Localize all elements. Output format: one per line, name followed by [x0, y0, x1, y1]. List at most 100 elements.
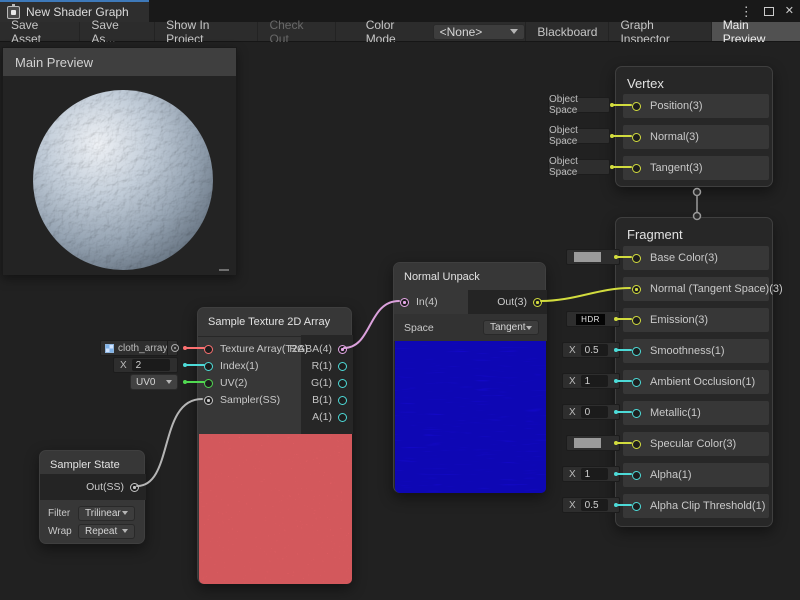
- x-label: X: [569, 500, 576, 511]
- port-label: In(4): [416, 296, 438, 308]
- main-preview-button[interactable]: Main Preview: [711, 22, 800, 41]
- port-label: Metallic(1): [650, 407, 701, 419]
- float-field-smoothness[interactable]: X 0.5: [562, 342, 620, 358]
- port-r[interactable]: [338, 362, 347, 371]
- port-base-color[interactable]: [632, 254, 641, 263]
- port-emission[interactable]: [632, 316, 641, 325]
- uv-channel-value: UV0: [136, 377, 155, 388]
- color-mode-group: Color Mode <None>: [366, 22, 526, 41]
- texture-thumb-icon: [105, 344, 114, 353]
- node-sampler-state[interactable]: Sampler State Out(SS) Filter Trilinear W…: [39, 450, 145, 544]
- port-rgba[interactable]: [338, 345, 347, 354]
- float-field-metallic[interactable]: X 0: [562, 404, 620, 420]
- main-preview-panel: Main Preview: [2, 47, 237, 275]
- value-field[interactable]: 1: [581, 468, 608, 480]
- float-field-alpha-clip[interactable]: X 0.5: [562, 497, 620, 513]
- more-menu-icon[interactable]: ⋮: [740, 5, 753, 18]
- space-row: Space Tangent: [394, 314, 547, 341]
- port-in[interactable]: [400, 298, 409, 307]
- chevron-down-icon: [526, 326, 532, 330]
- port-specular-color[interactable]: [632, 440, 641, 449]
- float-field-alpha[interactable]: X 1: [562, 466, 620, 482]
- port-normal[interactable]: [632, 133, 641, 142]
- port-label: Specular Color(3): [650, 438, 736, 450]
- port-alpha[interactable]: [632, 471, 641, 480]
- chevron-down-icon: [122, 511, 128, 515]
- blackboard-button[interactable]: Blackboard: [525, 22, 608, 41]
- port-alpha-clip-threshold[interactable]: [632, 502, 641, 511]
- object-picker-icon[interactable]: [167, 341, 181, 355]
- main-preview-header[interactable]: Main Preview: [3, 48, 236, 76]
- value-field[interactable]: 0.5: [581, 499, 608, 511]
- node-sample-texture-2d-array[interactable]: Sample Texture 2D Array Texture Array(T2…: [197, 307, 352, 584]
- main-preview-body: [3, 76, 236, 275]
- port-metallic[interactable]: [632, 409, 641, 418]
- output-row: A(1): [198, 409, 351, 425]
- space-chip-tangent[interactable]: Object Space: [548, 159, 610, 175]
- port-label: Normal(3): [650, 131, 699, 143]
- fragment-row: Metallic(1): [623, 401, 769, 425]
- space-chip-label: Object Space: [549, 156, 609, 178]
- filter-dropdown[interactable]: Trilinear: [78, 506, 135, 521]
- port-ambient-occlusion[interactable]: [632, 378, 641, 387]
- main-preview-title: Main Preview: [15, 55, 93, 70]
- uv-channel-dropdown[interactable]: UV0: [130, 374, 178, 390]
- port-tangent[interactable]: [632, 164, 641, 173]
- port-out[interactable]: [533, 298, 542, 307]
- x-label: X: [120, 360, 127, 371]
- space-chip-position[interactable]: Object Space: [548, 97, 610, 113]
- output-row: RGBA(4): [198, 341, 351, 357]
- x-label: X: [569, 376, 576, 387]
- output-row: B(1): [198, 392, 351, 408]
- value-field[interactable]: 0.5: [581, 344, 608, 356]
- port-normal-tangent-space[interactable]: [632, 285, 641, 294]
- space-value: Tangent: [490, 322, 526, 333]
- space-dropdown[interactable]: Tangent: [483, 320, 539, 335]
- maximize-icon[interactable]: [764, 7, 774, 16]
- output-row: R(1): [198, 358, 351, 374]
- texture-object-field[interactable]: cloth_array: [100, 340, 178, 356]
- node-vertex[interactable]: Vertex Position(3) Normal(3) Tangent(3): [615, 66, 773, 187]
- node-fragment[interactable]: Fragment Base Color(3) Normal (Tangent S…: [615, 217, 773, 527]
- port-label: A(1): [312, 411, 332, 423]
- port-smoothness[interactable]: [632, 347, 641, 356]
- fragment-row: Base Color(3): [623, 246, 769, 270]
- port-a[interactable]: [338, 413, 347, 422]
- preview-sphere: [32, 89, 214, 271]
- value-field[interactable]: 1: [581, 375, 608, 387]
- color-mode-value: <None>: [440, 25, 483, 39]
- fragment-row: Ambient Occlusion(1): [623, 370, 769, 394]
- port-label: Normal (Tangent Space)(3): [650, 283, 783, 295]
- hdr-color-field-emission[interactable]: HDR: [566, 311, 620, 327]
- port-out-ss[interactable]: [130, 483, 139, 492]
- port-label: Smoothness(1): [650, 345, 725, 357]
- node-normal-unpack[interactable]: Normal Unpack In(4) Out(3) Space Tangent: [393, 262, 546, 493]
- color-swatch-base-color[interactable]: [566, 249, 620, 265]
- value-field[interactable]: 0: [581, 406, 608, 418]
- vertex-row-tangent: Tangent(3): [623, 156, 769, 180]
- color-swatch-specular[interactable]: [566, 435, 620, 451]
- color-mode-dropdown[interactable]: <None>: [433, 24, 526, 40]
- save-as-button[interactable]: Save As...: [80, 22, 155, 41]
- port-g[interactable]: [338, 379, 347, 388]
- fragment-row: Alpha Clip Threshold(1): [623, 494, 769, 518]
- texture-preview-blue: [395, 341, 546, 493]
- check-out-button: Check Out: [258, 22, 335, 41]
- close-icon[interactable]: ✕: [785, 6, 794, 17]
- float-field-ambient-occlusion[interactable]: X 1: [562, 373, 620, 389]
- port-position[interactable]: [632, 102, 641, 111]
- space-chip-normal[interactable]: Object Space: [548, 128, 610, 144]
- save-asset-button[interactable]: Save Asset: [0, 22, 80, 41]
- value-field[interactable]: 2: [132, 359, 170, 371]
- show-in-project-button[interactable]: Show In Project: [155, 22, 258, 41]
- port-b[interactable]: [338, 396, 347, 405]
- graph-inspector-button[interactable]: Graph Inspector: [608, 22, 710, 41]
- wrap-label: Wrap: [48, 526, 78, 537]
- wrap-row: Wrap Repeat: [40, 522, 146, 540]
- toolbar: Save Asset Save As... Show In Project Ch…: [0, 22, 800, 42]
- resize-handle[interactable]: [219, 269, 229, 271]
- texture-preview-red: [199, 434, 352, 584]
- wrap-dropdown[interactable]: Repeat: [78, 524, 135, 539]
- float-field-index[interactable]: X 2: [113, 357, 178, 373]
- output-row: Out(3): [468, 290, 547, 314]
